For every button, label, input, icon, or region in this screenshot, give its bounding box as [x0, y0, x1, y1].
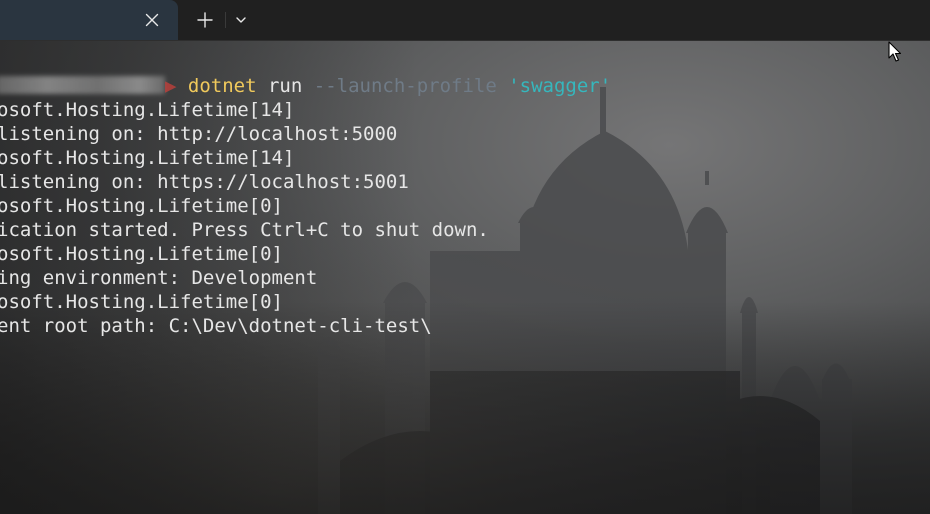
tab-separator — [225, 12, 226, 28]
prompt-line: ▶ dotnet run --launch-profile 'swagger' — [0, 74, 611, 98]
command-name: dotnet — [187, 75, 257, 97]
terminal-window: ▶ dotnet run --launch-profile 'swagger' … — [0, 0, 930, 514]
output-line: osoft.Hosting.Lifetime[14] — [0, 99, 295, 121]
tab-bar — [0, 0, 930, 41]
terminal-pane[interactable]: ▶ dotnet run --launch-profile 'swagger' … — [0, 41, 930, 514]
command-subcommand: run — [256, 75, 314, 97]
command-option: --launch-profile — [313, 75, 497, 97]
output-line: listening on: https://localhost:5001 — [0, 171, 409, 193]
new-tab-button[interactable] — [192, 8, 218, 32]
command-argument: 'swagger' — [508, 75, 612, 97]
tab-dropdown-button[interactable] — [230, 10, 252, 30]
close-icon[interactable] — [142, 10, 162, 30]
mouse-cursor-icon — [888, 41, 902, 62]
output-line: osoft.Hosting.Lifetime[14] — [0, 147, 295, 169]
output-line: ication started. Press Ctrl+C to shut do… — [0, 219, 489, 241]
output-line: osoft.Hosting.Lifetime[0] — [0, 243, 283, 265]
plus-icon — [197, 12, 213, 28]
output-line: ing environment: Development — [0, 267, 318, 289]
output-line: osoft.Hosting.Lifetime[0] — [0, 195, 283, 217]
terminal-tab[interactable] — [0, 0, 178, 40]
prompt-arrow-icon: ▶ — [165, 75, 177, 97]
chevron-down-icon — [236, 17, 246, 23]
terminal-output: ▶ dotnet run --launch-profile 'swagger' … — [0, 41, 930, 514]
output-line: osoft.Hosting.Lifetime[0] — [0, 291, 283, 313]
blurred-prompt-path — [0, 76, 165, 94]
output-line: ent root path: C:\Dev\dotnet-cli-test\ — [0, 315, 432, 337]
output-line: listening on: http://localhost:5000 — [0, 123, 398, 145]
